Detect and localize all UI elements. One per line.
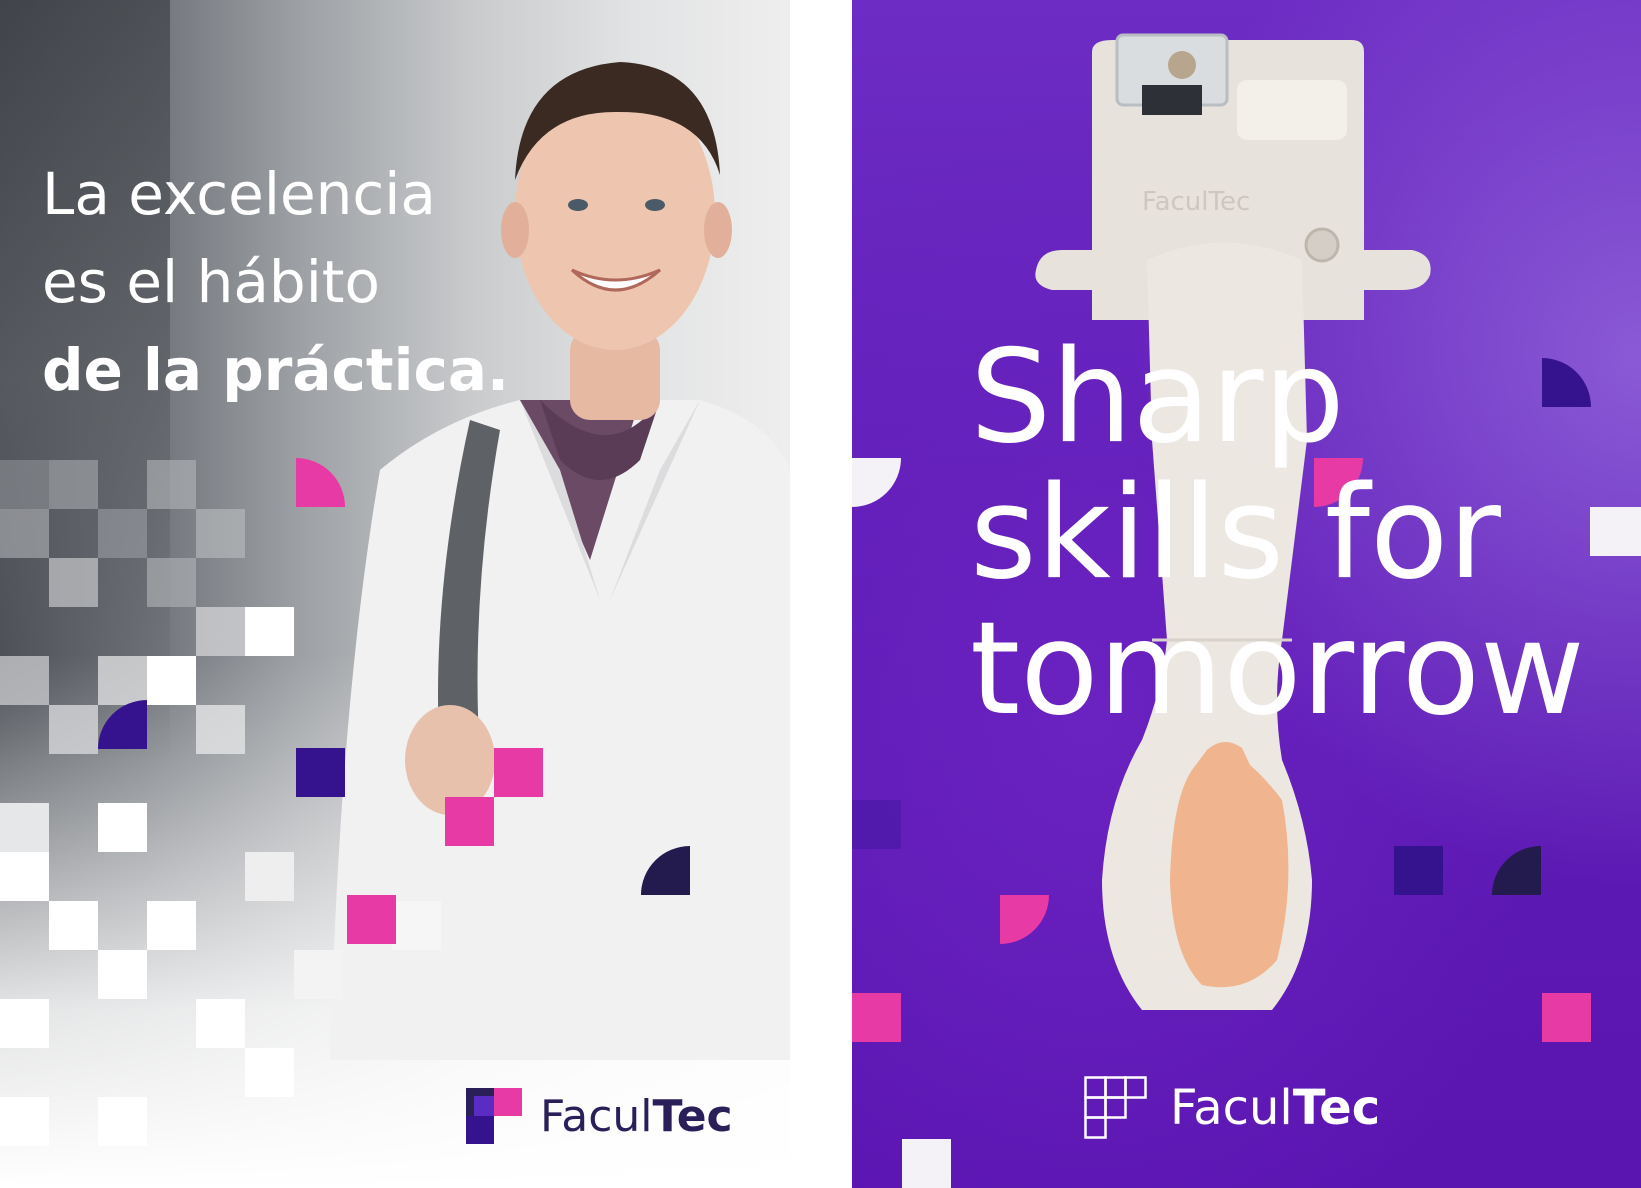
logo-wordmark: FaculTec <box>540 1090 733 1142</box>
poster-left: La excelencia es el hábito de la práctic… <box>0 0 790 1188</box>
facultec-grid-logo-icon <box>1084 1076 1147 1139</box>
headline-line-3: de la práctica. <box>42 336 510 404</box>
white-square <box>902 1139 951 1188</box>
indigo-square <box>1394 846 1443 895</box>
headline: La excelencia es el hábito de la práctic… <box>42 150 509 414</box>
logo-wordmark: FaculTec <box>1170 1080 1381 1136</box>
indigo-square <box>296 748 345 797</box>
headline-line-2: skills for <box>970 459 1501 608</box>
headline-line-2: es el hábito <box>42 248 381 316</box>
headline-line-3: tomorrow <box>970 595 1585 744</box>
device-engraving: FaculTec <box>1142 187 1250 217</box>
headline-line-1: La excelencia <box>42 160 436 228</box>
headline-line-1: Sharp <box>970 323 1345 472</box>
facultec-logo-icon <box>466 1088 522 1144</box>
pink-square <box>494 748 543 797</box>
pink-square <box>347 895 396 944</box>
facultec-logo: FaculTec <box>1084 1076 1380 1140</box>
facultec-logo: FaculTec <box>466 1088 733 1144</box>
headline: Sharp skills for tomorrow <box>970 330 1585 738</box>
poster-right: FaculTec Sharp skills for tomorrow Facul… <box>852 0 1641 1188</box>
white-square <box>1590 507 1641 556</box>
pink-square <box>1542 993 1591 1042</box>
pink-square <box>852 993 901 1042</box>
violet-square <box>852 800 901 849</box>
pink-square <box>445 797 494 846</box>
